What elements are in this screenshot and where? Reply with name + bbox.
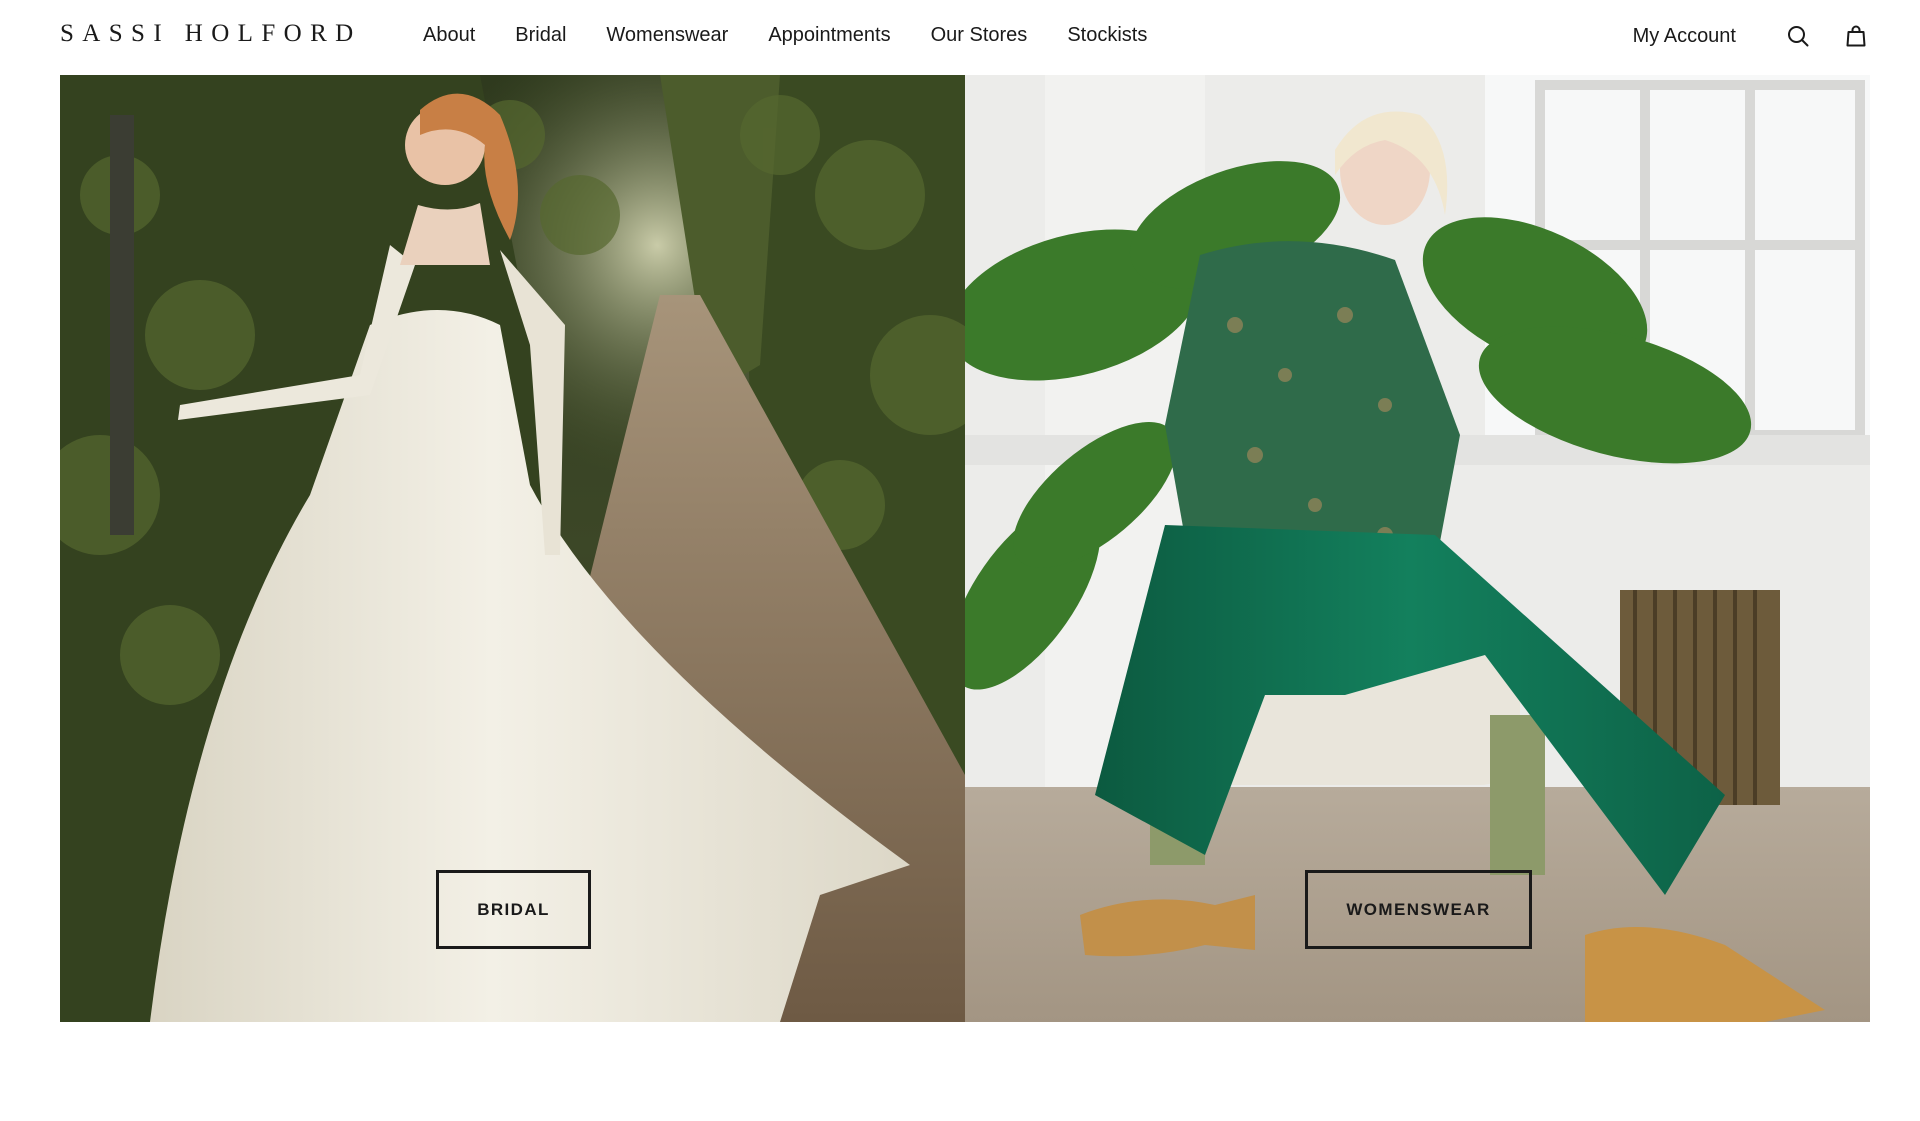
search-button[interactable] <box>1784 22 1812 50</box>
womenswear-cta-button[interactable]: WOMENSWEAR <box>1305 870 1532 949</box>
my-account-link[interactable]: My Account <box>1633 22 1736 50</box>
womenswear-panel[interactable]: WOMENSWEAR <box>965 75 1870 1022</box>
nav-item-our-stores[interactable]: Our Stores <box>931 22 1028 48</box>
nav-item-womenswear[interactable]: Womenswear <box>606 22 728 48</box>
main-nav: About Bridal Womenswear Appointments Our… <box>423 22 1187 48</box>
utility-nav: My Account <box>1633 22 1870 50</box>
hero-panels: BRIDAL WOMENSWEAR <box>60 75 1870 1022</box>
bridal-cta-button[interactable]: BRIDAL <box>436 870 591 949</box>
nav-item-about[interactable]: About <box>423 22 475 48</box>
brand-logo[interactable]: SASSI HOLFORD <box>60 20 362 48</box>
site-header: SASSI HOLFORD About Bridal Womenswear Ap… <box>0 0 1920 75</box>
nav-item-appointments[interactable]: Appointments <box>768 22 890 48</box>
bag-icon <box>1846 25 1866 47</box>
search-icon <box>1788 26 1809 47</box>
nav-item-stockists[interactable]: Stockists <box>1067 22 1147 48</box>
bridal-panel[interactable]: BRIDAL <box>60 75 965 1022</box>
bag-button[interactable] <box>1842 22 1870 50</box>
nav-item-bridal[interactable]: Bridal <box>515 22 566 48</box>
